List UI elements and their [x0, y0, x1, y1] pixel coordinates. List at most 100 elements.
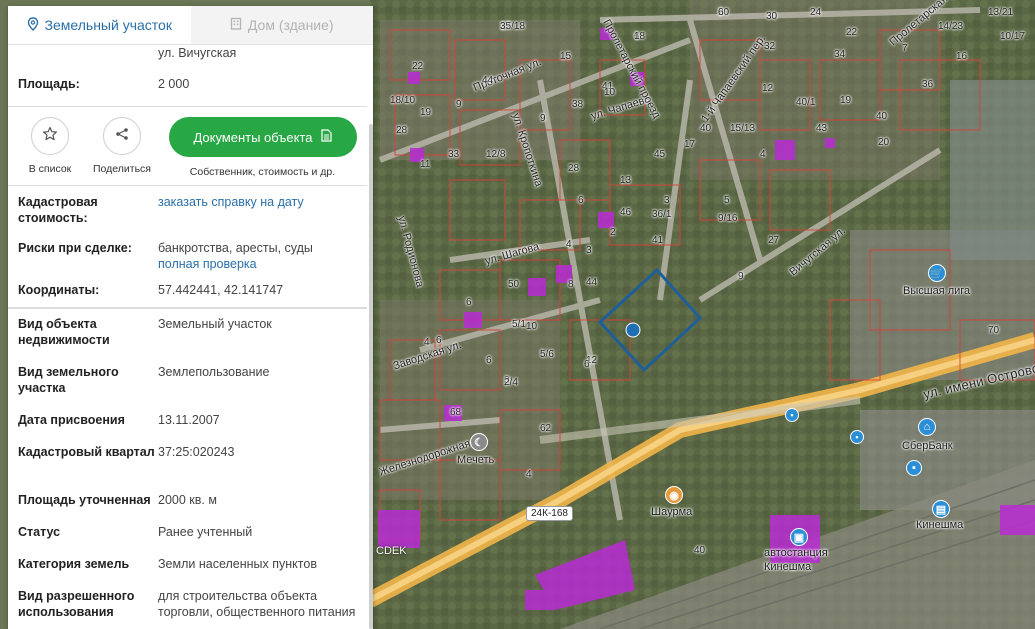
- area-label: Площадь:: [18, 77, 80, 91]
- poi-avtostanciya[interactable]: автостанция: [764, 548, 828, 559]
- poi-shaurma[interactable]: Шаурма: [651, 507, 692, 518]
- parcel-marker[interactable]: [626, 323, 640, 337]
- food-icon[interactable]: ◉: [665, 486, 683, 504]
- house-number: 41: [652, 235, 664, 246]
- house-number: 8: [568, 279, 574, 290]
- bank-icon[interactable]: ⌂: [918, 418, 936, 436]
- info-row-value: Ранее учтенный: [158, 524, 357, 544]
- house-number: 40/1: [796, 97, 816, 108]
- house-number: 43: [816, 123, 828, 134]
- house-number: 45: [654, 149, 666, 160]
- info-row-key: Координаты:: [18, 283, 100, 297]
- house-number: 6: [578, 195, 584, 206]
- house-number: 34: [834, 49, 846, 60]
- favorite-action[interactable]: В список: [14, 117, 86, 175]
- house-number: 5/1: [512, 319, 526, 330]
- house-number: 9/16: [718, 213, 738, 224]
- house-number: 13: [620, 175, 632, 186]
- info-row-key: Кадастровый квартал: [18, 445, 155, 459]
- house-number: 22: [846, 27, 858, 38]
- poi-cdek[interactable]: CDEK: [376, 546, 407, 557]
- info-row-key: Вид объекта недвижимости: [18, 317, 110, 347]
- pin-icon: [27, 16, 39, 34]
- house-number: 62: [540, 423, 552, 434]
- bus-stop-icon[interactable]: ▪: [785, 408, 799, 422]
- house-number: 28: [396, 125, 408, 136]
- house-number: 6: [584, 359, 590, 370]
- house-number: 40: [876, 111, 888, 122]
- house-number: 70: [988, 325, 1000, 336]
- info-row-value: 13.11.2007: [158, 412, 357, 432]
- panel-content[interactable]: ул. Вичугская Площадь: 2 000 В список По…: [8, 46, 367, 629]
- tab-land-plot[interactable]: Земельный участок: [8, 6, 191, 44]
- bus-station-icon[interactable]: ▣: [790, 528, 808, 546]
- share-button[interactable]: [103, 117, 141, 155]
- mosque-icon[interactable]: ☾: [470, 433, 488, 451]
- house-number: 12: [762, 83, 774, 94]
- house-number: 10/17: [1000, 31, 1026, 42]
- house-number: 6: [436, 335, 442, 346]
- train-station-icon[interactable]: ▤: [932, 500, 950, 518]
- house-number: 30: [766, 11, 778, 22]
- poi-vysshaya-liga[interactable]: Высшая лига: [903, 286, 970, 297]
- area-value: 2 000: [158, 77, 190, 91]
- house-number: 9: [540, 113, 546, 124]
- house-number: 19: [420, 107, 432, 118]
- info-row-value-text: банкротства, аресты, суды: [158, 241, 313, 255]
- info-row-key: Риски при сделке:: [18, 241, 132, 255]
- info-row-key: Вид разрешенного использования: [18, 589, 135, 619]
- info-row-value: Земли населенных пунктов: [158, 556, 357, 576]
- share-label: Поделиться: [93, 163, 151, 175]
- info-row-key: Площадь уточненная: [18, 493, 151, 507]
- house-number: 6: [486, 355, 492, 366]
- info-row-link[interactable]: заказать справку на дату: [158, 194, 357, 210]
- documents-button[interactable]: Документы объекта: [168, 117, 357, 157]
- info-row: Вид земельного участка Землепользование: [8, 364, 367, 400]
- info-row: Риски при сделке: банкротства, аресты, су…: [8, 240, 367, 272]
- house-number: 6: [466, 297, 472, 308]
- documents-button-label: Документы объекта: [193, 129, 313, 145]
- house-number: 12/8: [486, 149, 506, 160]
- info-row-key: Дата присвоения: [18, 413, 125, 427]
- house-number: 16: [956, 51, 968, 62]
- info-row: Площадь уточненная 2000 кв. м: [8, 492, 367, 512]
- house-number: 40: [694, 545, 706, 556]
- poi-kineshma[interactable]: Кинешма: [764, 562, 811, 573]
- bus-stop-icon[interactable]: ▪: [906, 460, 922, 476]
- house-number: 7: [902, 43, 908, 54]
- info-row-value-text: для строительства объекта торговли, обще…: [158, 589, 356, 619]
- divider: [8, 185, 367, 186]
- info-row: Дата присвоения 13.11.2007: [8, 412, 367, 432]
- poi-sberbank[interactable]: СберБанк: [902, 441, 953, 452]
- house-number: 22: [412, 61, 424, 72]
- divider: [8, 307, 367, 308]
- info-row-value-text: 13.11.2007: [158, 413, 220, 427]
- panel-scrollbar[interactable]: [369, 124, 373, 629]
- house-number: 13/21: [988, 7, 1014, 18]
- house-number: 17: [684, 139, 696, 150]
- share-icon: [115, 127, 129, 146]
- info-row-value: 2000 кв. м: [158, 492, 357, 512]
- supermarket-icon[interactable]: 🛒: [928, 264, 946, 282]
- bus-stop-icon[interactable]: ▪: [850, 430, 864, 444]
- house-number: 18/10: [390, 95, 416, 106]
- house-number: 46: [620, 207, 632, 218]
- house-number: 50: [508, 279, 520, 290]
- info-row: Кадастровая стоимость: заказать справку н…: [8, 194, 367, 230]
- poi-kineshma-station[interactable]: Кинешма: [916, 520, 963, 531]
- share-action[interactable]: Поделиться: [86, 117, 158, 175]
- building-icon: [230, 17, 242, 33]
- house-number: 27: [768, 235, 780, 246]
- favorite-button[interactable]: [31, 117, 69, 155]
- info-row-key: Вид земельного участка: [18, 365, 119, 395]
- info-row-value: 57.442441, 42.141747: [158, 282, 357, 302]
- info-row-value-text: 37:25:020243: [158, 445, 235, 459]
- poi-mechet[interactable]: Мечеть: [457, 455, 494, 466]
- tab-building[interactable]: Дом (здание): [190, 6, 373, 44]
- info-row-link[interactable]: полная проверка: [158, 256, 357, 272]
- house-number: 36: [922, 79, 934, 90]
- info-row-value-text: 2000 кв. м: [158, 493, 217, 507]
- house-number: 35: [500, 21, 512, 32]
- house-number: 33: [448, 149, 460, 160]
- info-row: Кадастровый квартал 37:25:020243: [8, 444, 367, 480]
